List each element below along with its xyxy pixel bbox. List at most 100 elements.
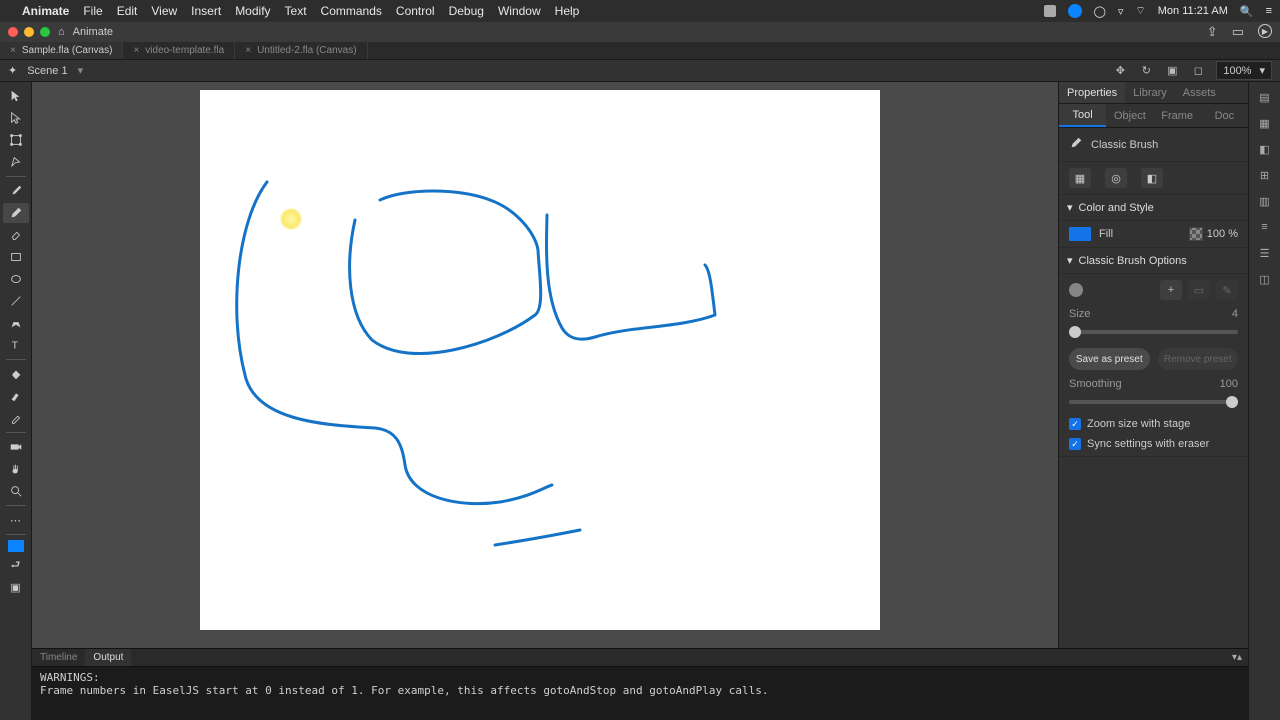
brush-preview-icon[interactable] <box>1069 283 1083 297</box>
menu-modify[interactable]: Modify <box>235 4 270 18</box>
doc-tab-untitled2[interactable]: ×Untitled-2.fla (Canvas) <box>235 42 367 59</box>
add-preset-button[interactable]: + <box>1160 280 1182 300</box>
rotate-icon[interactable]: ↻ <box>1138 63 1154 79</box>
menu-text[interactable]: Text <box>285 4 307 18</box>
panel-tab-properties[interactable]: Properties <box>1059 82 1125 103</box>
menu-debug[interactable]: Debug <box>449 4 484 18</box>
section-color-style[interactable]: ▾Color and Style <box>1059 195 1248 221</box>
panel-icon-5[interactable]: ▥ <box>1256 192 1274 210</box>
menu-edit[interactable]: Edit <box>117 4 138 18</box>
canvas-area[interactable] <box>32 82 1058 720</box>
selection-tool[interactable] <box>3 86 29 106</box>
camera-tool[interactable] <box>3 437 29 457</box>
stage[interactable] <box>200 90 880 630</box>
text-tool[interactable]: T <box>3 335 29 355</box>
traffic-lights[interactable] <box>8 27 50 37</box>
opacity-value[interactable]: 100 % <box>1207 228 1238 240</box>
section-brush-options[interactable]: ▾Classic Brush Options <box>1059 248 1248 274</box>
menu-file[interactable]: File <box>83 4 102 18</box>
ink-bottle-tool[interactable] <box>3 386 29 406</box>
search-icon[interactable]: 🔍 <box>1240 5 1254 18</box>
ctx-tab-doc[interactable]: Doc <box>1201 104 1248 127</box>
status-blue-icon[interactable] <box>1068 4 1082 18</box>
play-icon[interactable]: ▶ <box>1258 24 1272 38</box>
wifi-icon[interactable]: ⌔ <box>1135 4 1145 18</box>
fill-color-swatch[interactable] <box>7 539 25 553</box>
brush-mode-icon-3[interactable]: ◧ <box>1141 168 1163 188</box>
zoom-input[interactable]: 100% <box>1216 61 1272 80</box>
brush-mode-icon-1[interactable]: ▦ <box>1069 168 1091 188</box>
subselection-tool[interactable] <box>3 108 29 128</box>
tab-timeline[interactable]: Timeline <box>32 649 85 666</box>
zoom-tool[interactable] <box>3 481 29 501</box>
object-drawing-toggle[interactable]: ▣ <box>3 577 29 597</box>
ctx-tab-tool[interactable]: Tool <box>1059 104 1106 127</box>
size-slider[interactable] <box>1069 330 1238 334</box>
hand-tool[interactable] <box>3 459 29 479</box>
menu-window[interactable]: Window <box>498 4 541 18</box>
fill-color[interactable] <box>1069 227 1091 241</box>
brush-mode-icon-2[interactable]: ◎ <box>1105 168 1127 188</box>
doc-tab-video-template[interactable]: ×video-template.fla <box>123 42 235 59</box>
panel-tab-assets[interactable]: Assets <box>1175 82 1224 103</box>
menu-insert[interactable]: Insert <box>191 4 221 18</box>
panel-tab-library[interactable]: Library <box>1125 82 1175 103</box>
scene-icon[interactable]: ✦ <box>8 64 17 77</box>
panel-icon-4[interactable]: ⊞ <box>1256 166 1274 184</box>
ellipse-tool[interactable] <box>3 269 29 289</box>
close-icon[interactable]: × <box>10 45 16 56</box>
fluid-brush-tool[interactable] <box>3 181 29 201</box>
paint-bucket-tool[interactable] <box>3 364 29 384</box>
zoom-with-stage-checkbox[interactable]: ✓Zoom size with stage <box>1069 418 1238 430</box>
panel-icon-6[interactable]: ≡ <box>1256 218 1274 236</box>
menu-control[interactable]: Control <box>396 4 435 18</box>
tab-output[interactable]: Output <box>85 649 131 666</box>
size-value[interactable]: 4 <box>1232 308 1238 320</box>
ctx-tab-frame[interactable]: Frame <box>1154 104 1201 127</box>
menu-view[interactable]: View <box>151 4 177 18</box>
chevron-down-icon[interactable] <box>1259 64 1265 77</box>
menu-help[interactable]: Help <box>555 4 580 18</box>
free-transform-tool[interactable] <box>3 130 29 150</box>
close-icon[interactable]: × <box>245 45 251 56</box>
loop-icon[interactable]: ◯ <box>1094 5 1106 18</box>
center-stage-icon[interactable]: ✥ <box>1112 63 1128 79</box>
output-body[interactable]: WARNINGS: Frame numbers in EaselJS start… <box>32 667 1248 720</box>
workspace-menu-icon[interactable]: ▭ <box>1232 24 1244 40</box>
panel-icon-2[interactable]: ▦ <box>1256 114 1274 132</box>
lasso-tool[interactable] <box>3 152 29 172</box>
menubar-clock[interactable]: Mon 11:21 AM <box>1158 5 1228 17</box>
eraser-tool[interactable] <box>3 225 29 245</box>
menu-commands[interactable]: Commands <box>321 4 382 18</box>
panel-icon-1[interactable]: ▤ <box>1256 88 1274 106</box>
close-icon[interactable]: × <box>133 45 139 56</box>
scene-label[interactable]: Scene 1 <box>27 65 67 77</box>
panel-icon-8[interactable]: ◫ <box>1256 270 1274 288</box>
clip-icon[interactable]: ▣ <box>1164 63 1180 79</box>
line-tool[interactable] <box>3 291 29 311</box>
control-center-icon[interactable]: ≡ <box>1266 5 1272 17</box>
classic-brush-tool[interactable] <box>3 203 29 223</box>
opacity-icon[interactable] <box>1189 227 1203 241</box>
sync-eraser-checkbox[interactable]: ✓Sync settings with eraser <box>1069 438 1238 450</box>
more-tools[interactable]: ⋯ <box>3 510 29 530</box>
pen-tool[interactable] <box>3 313 29 333</box>
doc-tab-sample[interactable]: ×Sample.fla (Canvas) <box>0 42 123 59</box>
ctx-tab-object[interactable]: Object <box>1106 104 1153 127</box>
save-preset-button[interactable]: Save as preset <box>1069 348 1150 370</box>
swap-colors-icon[interactable]: ⮐ <box>3 555 29 575</box>
dropdown-icon[interactable]: ▿ <box>1118 5 1124 18</box>
eyedropper-tool[interactable] <box>3 408 29 428</box>
scene-dropdown-icon[interactable] <box>78 64 84 77</box>
rectangle-tool[interactable] <box>3 247 29 267</box>
panel-icon-3[interactable]: ◧ <box>1256 140 1274 158</box>
fit-icon[interactable]: ◻ <box>1190 63 1206 79</box>
status-icon[interactable] <box>1044 5 1056 17</box>
smoothing-slider[interactable] <box>1069 400 1238 404</box>
smoothing-value[interactable]: 100 <box>1220 378 1238 390</box>
share-icon[interactable]: ⇪ <box>1207 24 1218 40</box>
panel-icon-7[interactable]: ☰ <box>1256 244 1274 262</box>
collapse-panel-icon[interactable]: ▾▴ <box>1232 652 1242 663</box>
app-name[interactable]: Animate <box>22 4 69 18</box>
home-icon[interactable]: ⌂ <box>58 26 65 38</box>
